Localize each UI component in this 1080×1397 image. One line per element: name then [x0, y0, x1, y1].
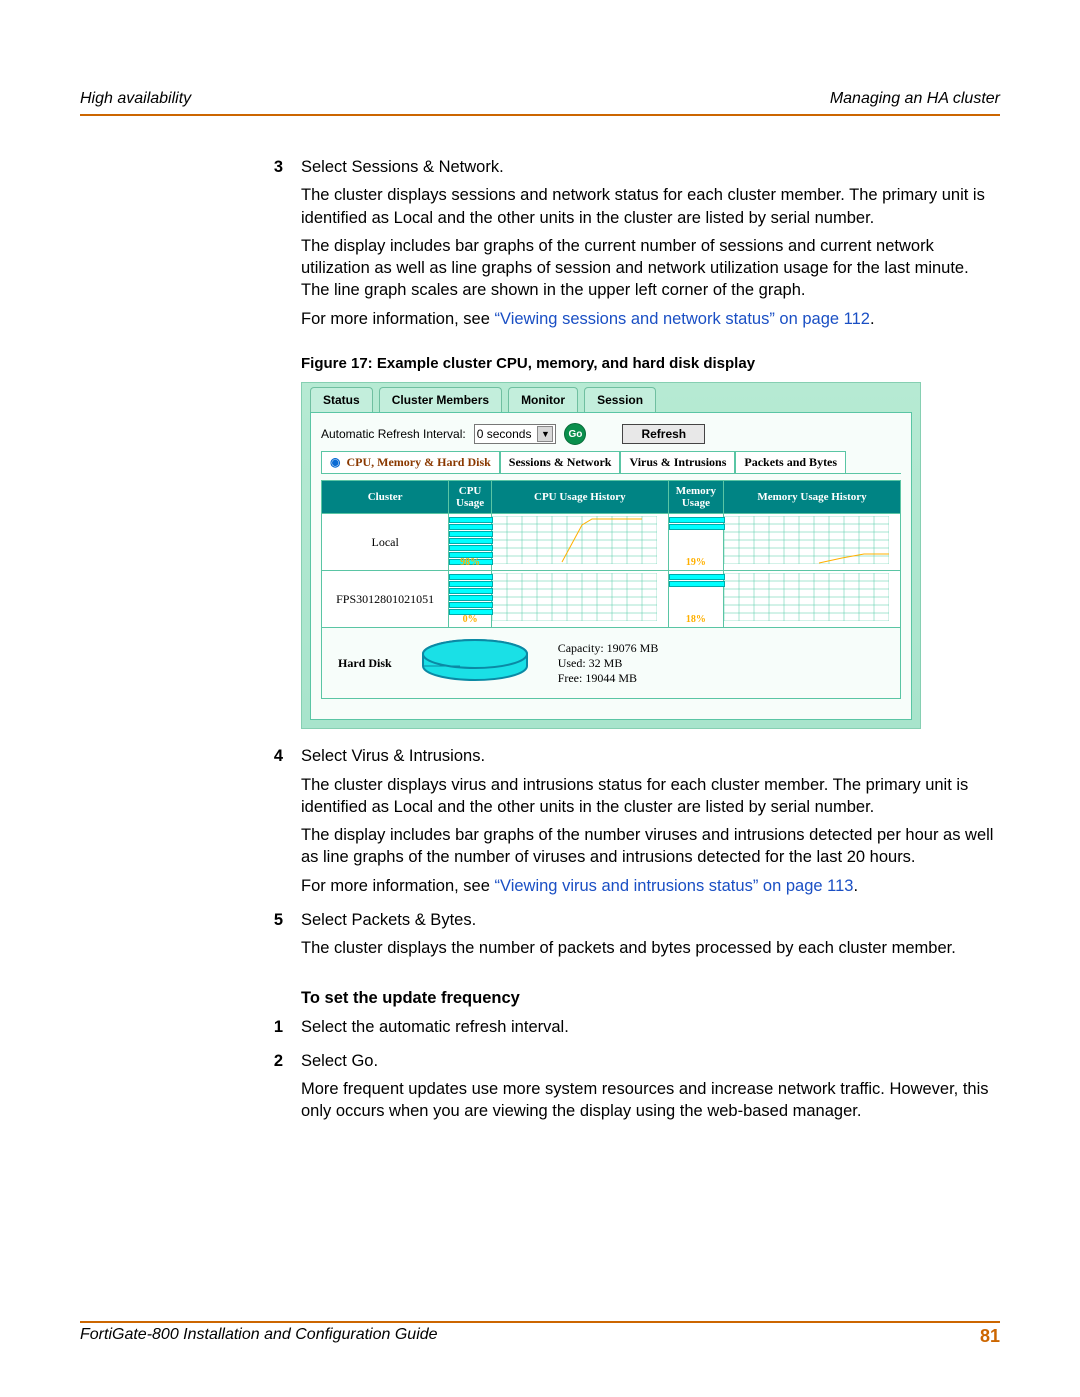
memory-history-chart [724, 573, 889, 621]
tab-session[interactable]: Session [584, 387, 656, 412]
subtab-sessions-network[interactable]: Sessions & Network [500, 451, 621, 473]
subtab-packets-bytes[interactable]: Packets and Bytes [735, 451, 846, 473]
step-4: 4 Select Virus & Intrusions. The cluster… [255, 745, 1000, 903]
header-rule [80, 114, 1000, 116]
step-text: More frequent updates use more system re… [301, 1078, 1000, 1123]
footer-rule [80, 1321, 1000, 1323]
cpu-history-chart [492, 516, 657, 564]
page-number: 81 [980, 1326, 1000, 1347]
step-number: 5 [255, 909, 283, 966]
col-cpu-history: CPU Usage History [491, 481, 668, 514]
subtab-cpu-mem-hdd[interactable]: ◉CPU, Memory & Hard Disk [321, 451, 500, 473]
step-text: The display includes bar graphs of the n… [301, 824, 1000, 869]
subtab-virus-intrusions[interactable]: Virus & Intrusions [620, 451, 735, 473]
eye-icon: ◉ [330, 455, 340, 469]
col-memory-usage: Memory Usage [668, 481, 723, 514]
step-c2: 2 Select Go. More frequent updates use m… [255, 1050, 1000, 1129]
xref-virus-intrusions[interactable]: “Viewing virus and intrusions status” on… [495, 877, 854, 895]
figure-caption: Figure 17: Example cluster CPU, memory, … [301, 354, 1000, 374]
step-text: The cluster displays sessions and networ… [301, 184, 1000, 229]
tab-cluster-members[interactable]: Cluster Members [379, 387, 502, 412]
step-text: The cluster displays virus and intrusion… [301, 774, 1000, 819]
step-number: 2 [255, 1050, 283, 1129]
step-text: For more information, see “Viewing virus… [301, 875, 1000, 897]
step-number: 3 [255, 156, 283, 336]
step-title: Select Go. [301, 1050, 1000, 1072]
hdd-stats: Capacity: 19076 MB Used: 32 MB Free: 190… [558, 641, 659, 686]
step-text: The display includes bar graphs of the c… [301, 235, 1000, 302]
step-title: Select Sessions & Network. [301, 156, 1000, 178]
step-number: 4 [255, 745, 283, 903]
cluster-name: Local [322, 514, 449, 571]
step-text: For more information, see “Viewing sessi… [301, 308, 1000, 330]
refresh-button[interactable]: Refresh [622, 424, 705, 444]
refresh-label: Automatic Refresh Interval: [321, 427, 466, 441]
memory-history-chart [724, 516, 889, 564]
step-title: Select Packets & Bytes. [301, 909, 1000, 931]
cpu-gauge: 0% [449, 574, 491, 626]
tab-status[interactable]: Status [310, 387, 373, 412]
cpu-history-chart [492, 573, 657, 621]
cpu-gauge: 98% [449, 517, 491, 569]
memory-gauge: 18% [669, 574, 723, 626]
col-cpu-usage: CPU Usage [449, 481, 492, 514]
memory-gauge: 19% [669, 517, 723, 569]
step-text: The cluster displays the number of packe… [301, 937, 1000, 959]
step-5: 5 Select Packets & Bytes. The cluster di… [255, 909, 1000, 966]
cluster-name: FPS3012801021051 [322, 571, 449, 628]
step-title: Select the automatic refresh interval. [301, 1016, 1000, 1038]
footer-title: FortiGate-800 Installation and Configura… [80, 1326, 438, 1347]
col-memory-history: Memory Usage History [724, 481, 901, 514]
running-head-right: Managing an HA cluster [830, 90, 1000, 108]
table-row: FPS3012801021051 0% 18% [322, 571, 901, 628]
cluster-stats-table: Cluster CPU Usage CPU Usage History Memo… [321, 480, 901, 628]
to-set-update-frequency: To set the update frequency [301, 987, 1000, 1009]
step-3: 3 Select Sessions & Network. The cluster… [255, 156, 1000, 336]
table-row: Local 98% 19% [322, 514, 901, 571]
hdd-label: Hard Disk [338, 656, 392, 671]
step-number: 1 [255, 1016, 283, 1044]
xref-sessions-network[interactable]: “Viewing sessions and network status” on… [495, 310, 870, 328]
disk-icon [420, 638, 530, 688]
step-c1: 1 Select the automatic refresh interval. [255, 1016, 1000, 1044]
hard-disk-panel: Hard Disk Capacity: 19076 MB Used: 32 MB… [321, 628, 901, 699]
chevron-down-icon: ▼ [537, 426, 553, 442]
refresh-interval-select[interactable]: 0 seconds ▼ [474, 424, 557, 444]
step-title: Select Virus & Intrusions. [301, 745, 1000, 767]
figure-panel: Status Cluster Members Monitor Session A… [301, 382, 921, 729]
tab-monitor[interactable]: Monitor [508, 387, 578, 412]
running-head-left: High availability [80, 90, 191, 108]
col-cluster: Cluster [322, 481, 449, 514]
go-button[interactable]: Go [564, 423, 586, 445]
